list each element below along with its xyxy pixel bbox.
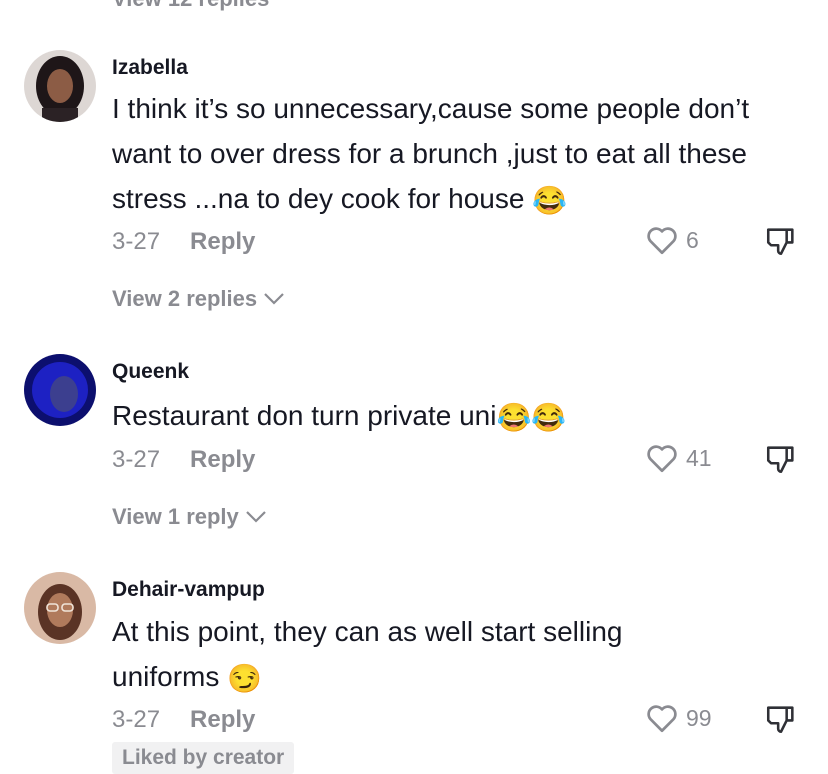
heart-icon	[647, 705, 677, 733]
reply-button[interactable]: Reply	[190, 228, 255, 256]
comment-text-body: Restaurant don turn private uni	[112, 400, 497, 431]
comment-date: 3-27	[112, 228, 161, 255]
view-replies-label: View 1 reply	[112, 504, 239, 529]
reply-button[interactable]: Reply	[190, 446, 255, 474]
like-button[interactable]: 6	[644, 222, 699, 258]
liked-by-creator-badge: Liked by creator	[112, 742, 295, 774]
view-replies-truncated[interactable]: View 12 replies	[112, 0, 269, 12]
avatar[interactable]	[24, 572, 96, 644]
smirk-emoji: 😏	[227, 663, 263, 695]
heart-icon	[647, 227, 677, 255]
view-replies-label: View 2 replies	[112, 286, 258, 311]
thumbs-down-icon	[766, 706, 794, 734]
comment-username[interactable]: Izabella	[112, 56, 188, 80]
comment-meta: 3-27 Reply	[112, 446, 255, 474]
comment-date: 3-27	[112, 706, 161, 733]
comment-meta: 3-27 Reply	[112, 228, 255, 256]
dislike-button[interactable]	[764, 442, 798, 481]
comment-date: 3-27	[112, 446, 161, 473]
dislike-button[interactable]	[764, 224, 798, 263]
comment-text: At this point, they can as well start se…	[112, 609, 712, 701]
view-replies-button[interactable]: View 2 replies	[112, 286, 285, 312]
chevron-down-icon	[246, 511, 266, 523]
like-button[interactable]: 99	[644, 700, 712, 736]
comment-username[interactable]: Queenk	[112, 360, 189, 384]
like-count: 6	[686, 226, 699, 253]
comment-meta: 3-27 Reply	[112, 706, 255, 734]
like-count: 99	[686, 704, 712, 731]
comment-text-body: At this point, they can as well start se…	[112, 616, 623, 692]
thumbs-down-icon	[766, 228, 794, 256]
thumbs-down-icon	[766, 446, 794, 474]
view-replies-button[interactable]: View 1 reply	[112, 504, 267, 530]
comment-username[interactable]: Dehair-vampup	[112, 578, 265, 602]
comment-text-body: I think it’s so unnecessary,cause some p…	[112, 93, 750, 214]
reply-button[interactable]: Reply	[190, 706, 255, 734]
avatar[interactable]	[24, 354, 96, 426]
dislike-button[interactable]	[764, 702, 798, 741]
heart-icon	[647, 445, 677, 473]
comment-text: I think it’s so unnecessary,cause some p…	[112, 86, 802, 223]
avatar[interactable]	[24, 50, 96, 122]
laughing-emoji: 😂😂	[496, 402, 567, 434]
like-count: 41	[686, 444, 712, 471]
comment-text: Restaurant don turn private uni😂😂	[112, 393, 802, 440]
like-button[interactable]: 41	[644, 440, 712, 476]
chevron-down-icon	[264, 293, 284, 305]
laughing-emoji: 😂	[532, 185, 568, 217]
